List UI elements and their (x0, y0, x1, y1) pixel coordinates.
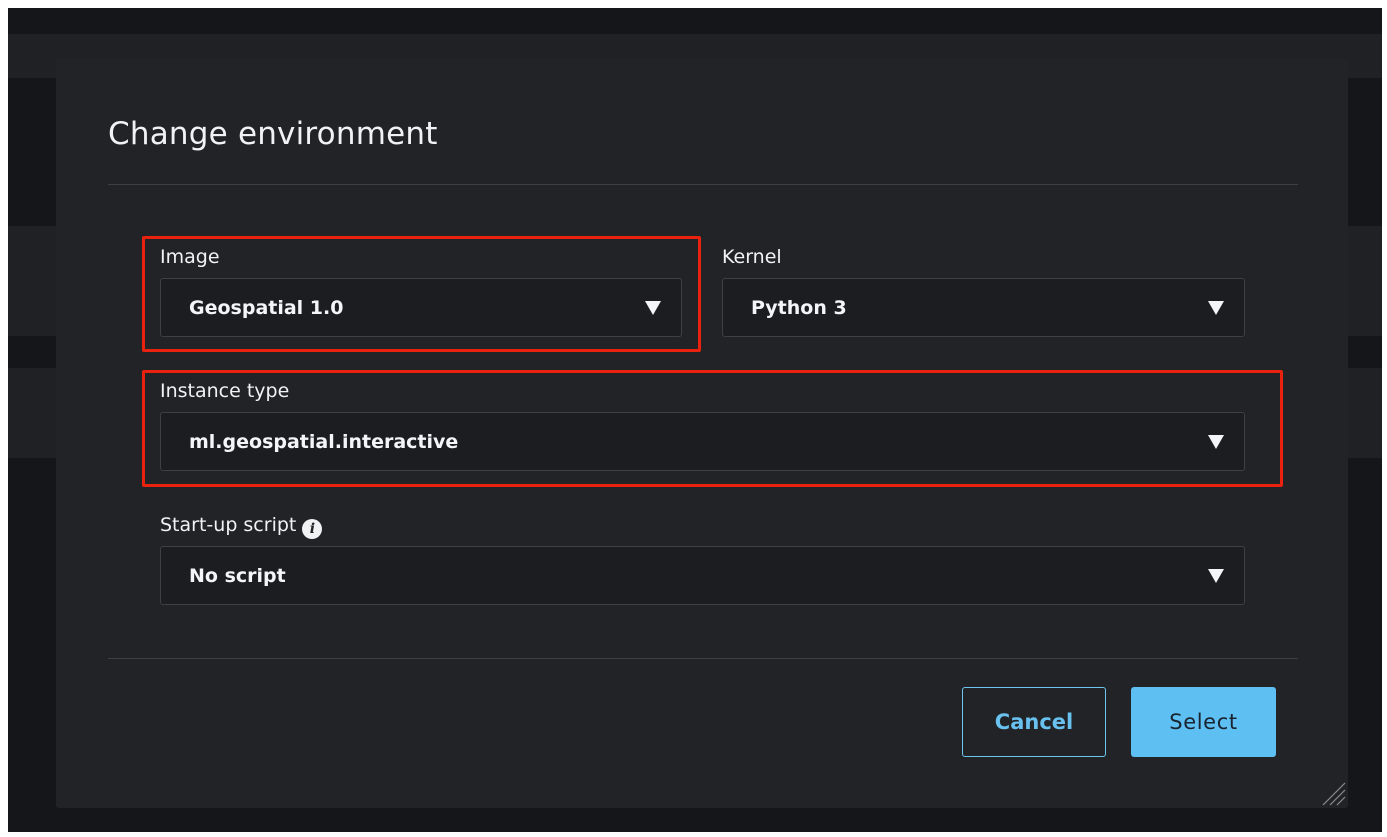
image-label: Image (160, 246, 220, 268)
kernel-select-value: Python 3 (751, 296, 847, 319)
select-button[interactable]: Select (1131, 687, 1276, 757)
startup-script-select-value: No script (189, 564, 286, 587)
instance-type-select[interactable]: ml.geospatial.interactive (160, 412, 1245, 471)
kernel-select[interactable]: Python 3 (722, 278, 1245, 337)
chevron-down-icon (645, 300, 661, 315)
cancel-button[interactable]: Cancel (962, 687, 1106, 757)
resize-grip-icon[interactable] (1320, 780, 1346, 806)
info-icon[interactable]: i (302, 519, 323, 539)
startup-script-select[interactable]: No script (160, 546, 1245, 605)
modal-backdrop: Change environment Image Geospatial 1.0 … (8, 8, 1382, 832)
instance-type-select-value: ml.geospatial.interactive (189, 430, 459, 453)
chevron-down-icon (1208, 300, 1224, 315)
startup-script-label-text: Start-up script (160, 514, 297, 536)
image-select-value: Geospatial 1.0 (189, 296, 344, 319)
instance-type-label: Instance type (160, 380, 290, 402)
image-select[interactable]: Geospatial 1.0 (160, 278, 682, 337)
chevron-down-icon (1208, 568, 1224, 583)
change-environment-dialog: Change environment Image Geospatial 1.0 … (56, 58, 1348, 808)
dialog-title: Change environment (108, 116, 438, 152)
header-divider (108, 184, 1298, 185)
footer-divider (108, 658, 1298, 659)
chevron-down-icon (1208, 434, 1224, 449)
startup-script-label: Start-up script i (160, 514, 323, 539)
kernel-label: Kernel (722, 246, 782, 268)
